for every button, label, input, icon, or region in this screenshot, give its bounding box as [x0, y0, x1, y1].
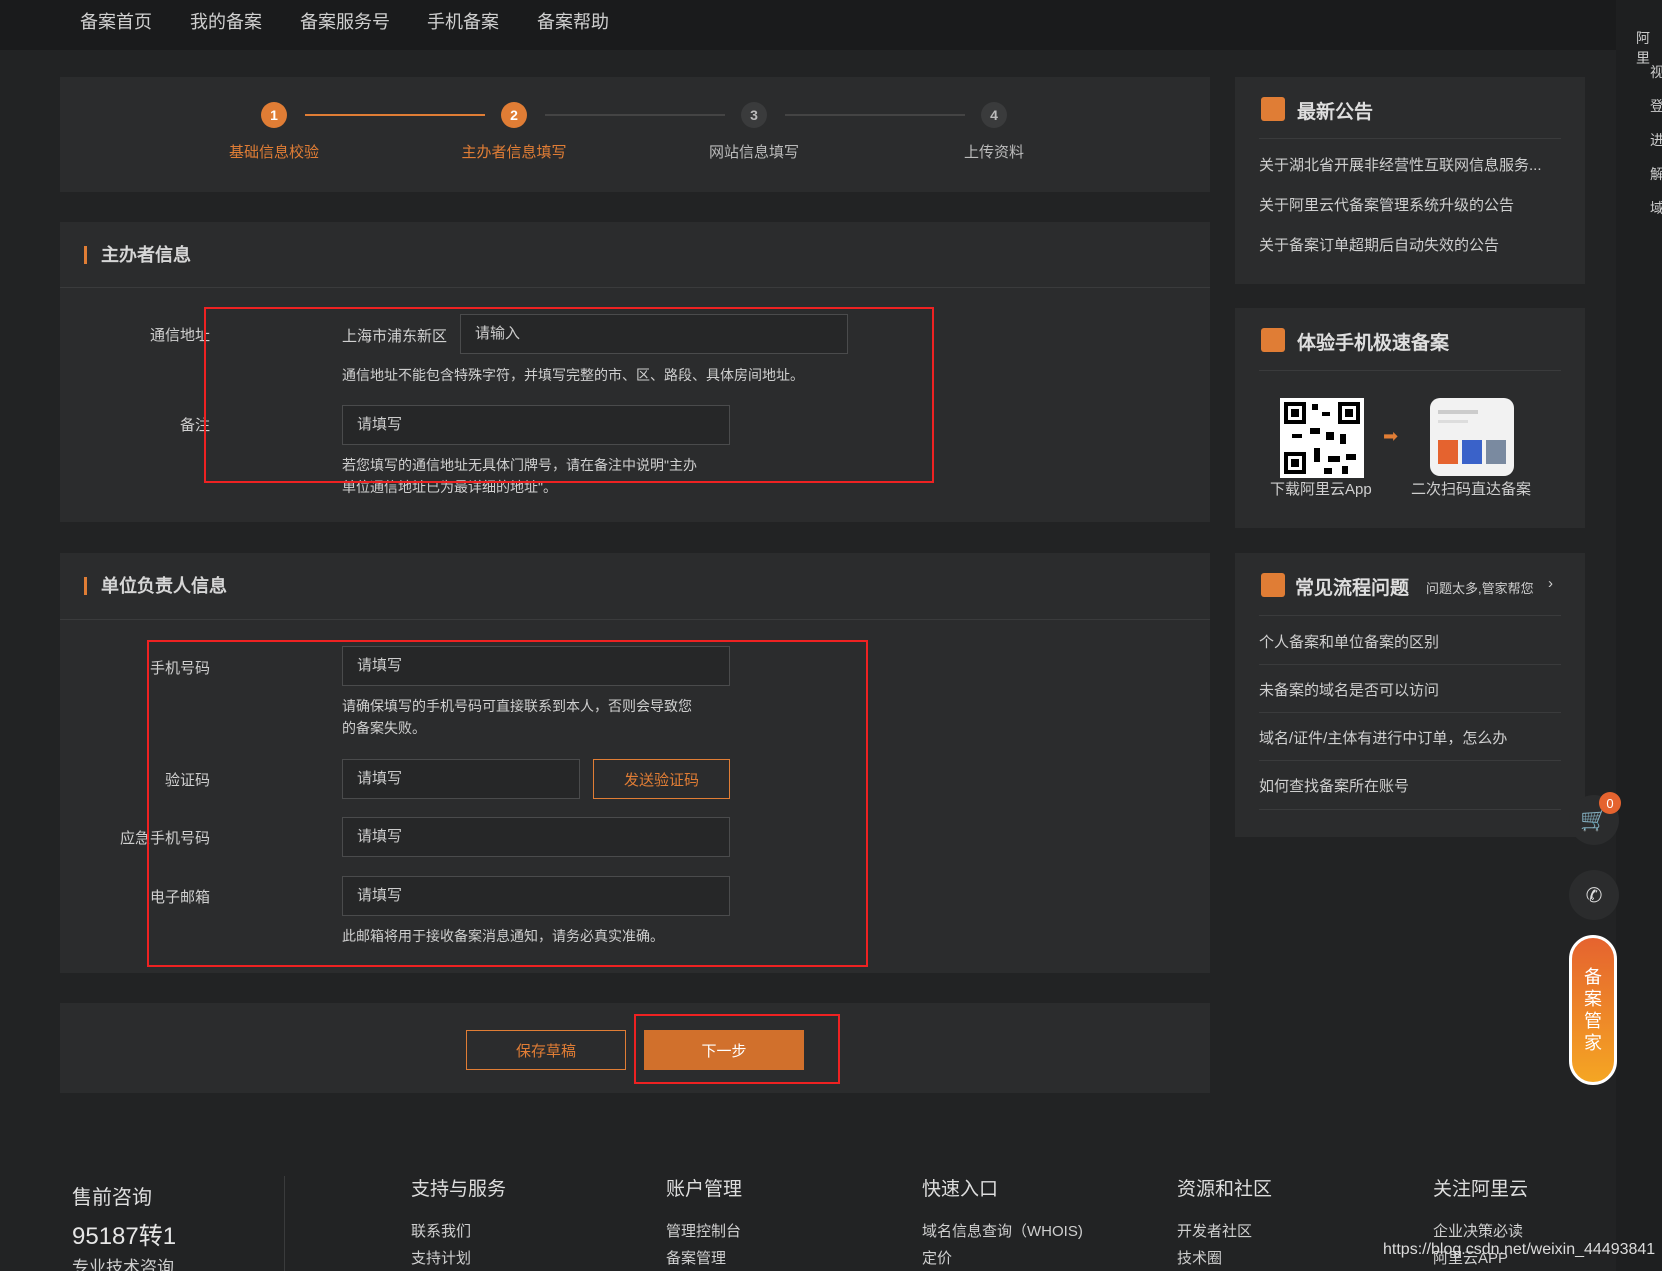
nav-home[interactable]: 备案首页 — [80, 8, 152, 34]
arrow-right-icon: ➡ — [1383, 426, 1399, 446]
step-3-label: 网站信息填写 — [708, 144, 799, 161]
assistant-char: 家 — [1584, 1033, 1602, 1053]
address-label: 通信地址 — [149, 327, 210, 344]
nav-mobile-filing[interactable]: 手机备案 — [427, 8, 499, 34]
right-strip-text[interactable]: 登 — [1650, 96, 1662, 116]
highlight-box — [147, 640, 868, 967]
notice-link[interactable]: 关于备案订单超期后自动失效的公告 — [1259, 234, 1499, 255]
nav-service-account[interactable]: 备案服务号 — [300, 8, 390, 34]
remark-label: 备注 — [179, 417, 210, 434]
footer-link[interactable]: 企业决策必读 — [1433, 1220, 1523, 1241]
chevron-right-icon[interactable]: › — [1548, 575, 1553, 592]
consult-title: 售前咨询 — [72, 1187, 152, 1209]
divider — [60, 619, 1210, 620]
highlight-box — [634, 1014, 840, 1084]
mobile-icon — [1261, 328, 1285, 352]
divider — [1259, 370, 1561, 371]
footer-col-head: 快速入口 — [922, 1179, 999, 1200]
footer-col-head: 支持与服务 — [411, 1179, 507, 1200]
right-strip: 阿里 视 登 进 解 域 — [1616, 0, 1662, 1271]
step-line — [305, 114, 485, 116]
divider — [1259, 138, 1561, 139]
filing-assistant-button[interactable]: 备 案 管 家 — [1569, 935, 1617, 1085]
step-3-circle: 3 — [741, 102, 767, 128]
footer: 售前咨询 95187转1 专业技术咨询 支持与服务 联系我们 支持计划 账户管理… — [0, 1140, 1655, 1271]
step-1-label: 基础信息校验 — [228, 144, 319, 161]
consult-subtitle: 专业技术咨询 — [72, 1258, 174, 1271]
footer-link[interactable]: 备案管理 — [666, 1247, 726, 1268]
mobile-caption: 下载阿里云App — [1270, 481, 1372, 498]
divider — [1259, 664, 1561, 665]
mobile-panel: 体验手机极速备案 ➡ 下载阿里云App 二次扫码直达备案 — [1235, 308, 1585, 528]
section-title: 主办者信息 — [84, 246, 191, 264]
right-strip-text[interactable]: 视 — [1650, 62, 1662, 82]
divider — [60, 287, 1210, 288]
footer-link[interactable]: 定价 — [922, 1247, 952, 1268]
phone-icon[interactable]: ✆ — [1569, 870, 1619, 920]
consult-phone: 95187转1 — [72, 1223, 177, 1250]
assistant-char: 备 — [1584, 967, 1602, 987]
footer-link[interactable]: 开发者社区 — [1177, 1220, 1252, 1241]
mobile-caption: 二次扫码直达备案 — [1411, 481, 1532, 498]
footer-col-head: 资源和社区 — [1177, 1179, 1273, 1200]
divider — [1259, 615, 1561, 616]
step-4-circle: 4 — [981, 102, 1007, 128]
step-2-circle: 2 — [501, 102, 527, 128]
highlight-box — [204, 307, 934, 483]
phone-screenshot-icon — [1430, 398, 1514, 476]
mobile-title: 体验手机极速备案 — [1297, 333, 1450, 354]
notice-link[interactable]: 关于阿里云代备案管理系统升级的公告 — [1259, 194, 1514, 215]
faq-link[interactable]: 域名/证件/主体有进行中订单，怎么办 — [1259, 727, 1507, 748]
footer-link[interactable]: 技术圈 — [1177, 1247, 1222, 1268]
divider — [1259, 809, 1561, 810]
watermark-text: https://blog.csdn.net/weixin_44493841 — [1383, 1241, 1656, 1258]
footer-divider — [284, 1176, 285, 1271]
step-1-circle: 1 — [261, 102, 287, 128]
step-4-label: 上传资料 — [963, 144, 1024, 161]
footer-link[interactable]: 支持计划 — [411, 1247, 471, 1268]
notice-title: 最新公告 — [1297, 102, 1374, 123]
faq-more-link[interactable]: 问题太多,管家帮您 — [1426, 578, 1534, 597]
notice-link[interactable]: 关于湖北省开展非经营性互联网信息服务... — [1259, 154, 1542, 175]
cart-badge: 0 — [1599, 792, 1621, 814]
steps-panel: 1 2 3 4 基础信息校验 主办者信息填写 网站信息填写 上传资料 — [60, 77, 1210, 192]
section-title: 单位负责人信息 — [84, 577, 227, 595]
footer-col-head: 账户管理 — [666, 1179, 743, 1200]
footer-link[interactable]: 域名信息查询（WHOIS) — [922, 1220, 1083, 1241]
faq-link[interactable]: 个人备案和单位备案的区别 — [1259, 631, 1439, 652]
divider — [1259, 712, 1561, 713]
notice-panel: 最新公告 关于湖北省开展非经营性互联网信息服务... 关于阿里云代备案管理系统升… — [1235, 77, 1585, 284]
assistant-char: 案 — [1584, 989, 1602, 1009]
nav-my-filing[interactable]: 我的备案 — [190, 8, 262, 34]
right-strip-text[interactable]: 进 — [1650, 130, 1662, 150]
step-line — [785, 114, 965, 116]
nav-help[interactable]: 备案帮助 — [537, 8, 609, 34]
save-draft-button[interactable]: 保存草稿 — [466, 1030, 626, 1070]
faq-panel: 常见流程问题 问题太多,管家帮您 › 个人备案和单位备案的区别 未备案的域名是否… — [1235, 553, 1585, 837]
faq-link[interactable]: 未备案的域名是否可以访问 — [1259, 679, 1439, 700]
footer-link[interactable]: 联系我们 — [411, 1220, 471, 1241]
faq-icon — [1261, 573, 1285, 597]
right-strip-text[interactable]: 域 — [1650, 198, 1662, 218]
step-2-label: 主办者信息填写 — [461, 144, 567, 161]
top-nav: 备案首页 我的备案 备案服务号 手机备案 备案帮助 — [0, 0, 1616, 50]
faq-link[interactable]: 如何查找备案所在账号 — [1259, 775, 1409, 796]
notice-icon — [1261, 97, 1285, 121]
footer-col-head: 关注阿里云 — [1433, 1179, 1529, 1200]
right-strip-text[interactable]: 解 — [1650, 164, 1662, 184]
step-line — [545, 114, 725, 116]
assistant-char: 管 — [1584, 1011, 1602, 1031]
qr-code-icon — [1280, 398, 1364, 478]
footer-link[interactable]: 管理控制台 — [666, 1220, 741, 1241]
divider — [1259, 760, 1561, 761]
faq-title: 常见流程问题 — [1295, 578, 1410, 599]
